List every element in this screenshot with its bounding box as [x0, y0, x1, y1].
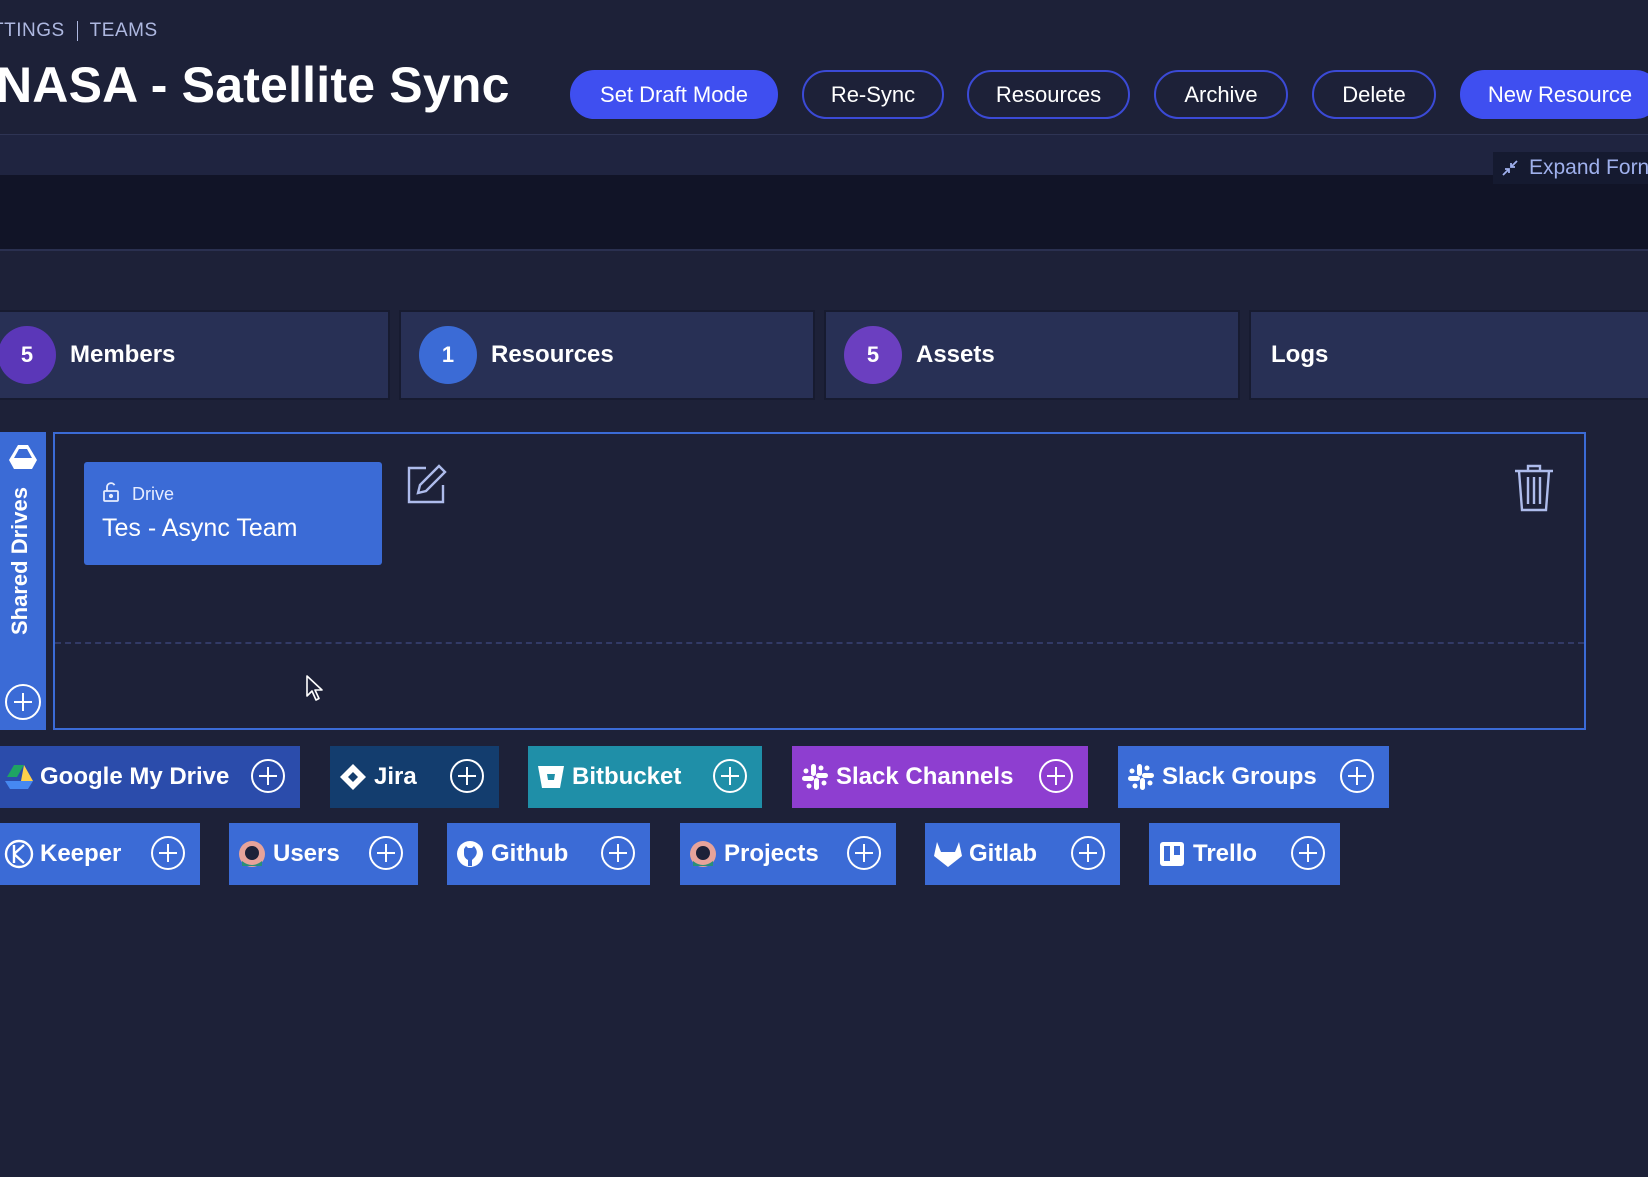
add-circle-icon[interactable]	[1339, 758, 1375, 794]
breadcrumb-settings[interactable]: TTINGS	[0, 20, 65, 42]
tab-logs[interactable]: Logs	[1249, 310, 1648, 400]
users-icon	[237, 839, 267, 869]
expand-form-label: Expand Forn	[1529, 156, 1648, 179]
trello-icon	[1157, 839, 1187, 869]
tab-members[interactable]: 5 Members	[0, 310, 390, 400]
add-circle-icon[interactable]	[1070, 835, 1106, 871]
page-title: NASA - Satellite Sync	[0, 57, 510, 113]
add-circle-icon[interactable]	[600, 835, 636, 871]
google-my-drive-label: Google My Drive	[40, 763, 230, 790]
collapse-arrows-icon	[1502, 160, 1518, 176]
tab-members-label: Members	[70, 341, 176, 368]
keeper-label: Keeper	[40, 840, 122, 867]
github-chip[interactable]: Github	[447, 823, 650, 885]
keeper-chip[interactable]: Keeper	[0, 823, 200, 885]
expand-form-button[interactable]: Expand Forn	[1493, 152, 1648, 184]
members-count-badge: 5	[0, 326, 56, 384]
projects-chip[interactable]: Projects	[680, 823, 896, 885]
unlock-icon	[103, 482, 119, 502]
drive-card-name: Tes - Async Team	[102, 514, 298, 542]
google-drive-icon	[9, 445, 37, 469]
assets-count-badge: 5	[844, 326, 902, 384]
projects-label: Projects	[724, 840, 819, 867]
edit-icon[interactable]	[404, 463, 448, 507]
slack-groups-chip[interactable]: Slack Groups	[1118, 746, 1389, 808]
slack-icon	[800, 762, 830, 792]
add-circle-icon[interactable]	[712, 758, 748, 794]
github-label: Github	[491, 840, 569, 867]
breadcrumb-teams[interactable]: TEAMS	[90, 20, 158, 42]
new-resource-button[interactable]: New Resource	[1460, 70, 1648, 119]
form-toolbar	[0, 135, 1648, 175]
slack-icon	[1126, 762, 1156, 792]
tab-logs-label: Logs	[1271, 341, 1329, 368]
slack-channels-chip[interactable]: Slack Channels	[792, 746, 1088, 808]
breadcrumb: TTINGS TEAMS	[0, 20, 158, 42]
add-circle-icon[interactable]	[150, 835, 186, 871]
add-circle-icon[interactable]	[368, 835, 404, 871]
projects-icon	[688, 839, 718, 869]
drive-card[interactable]: Drive Tes - Async Team	[84, 462, 382, 565]
resources-button[interactable]: Resources	[967, 70, 1130, 119]
form-area	[0, 175, 1648, 251]
jira-label: Jira	[374, 763, 417, 790]
trello-chip[interactable]: Trello	[1149, 823, 1340, 885]
resources-count-badge: 1	[419, 326, 477, 384]
shared-drives-label: Shared Drives	[7, 487, 32, 635]
add-circle-icon[interactable]	[1290, 835, 1326, 871]
add-circle-icon[interactable]	[846, 835, 882, 871]
drive-card-type: Drive	[132, 484, 175, 504]
bitbucket-label: Bitbucket	[572, 763, 682, 790]
archive-button[interactable]: Archive	[1154, 70, 1288, 119]
add-circle-icon[interactable]	[3, 682, 43, 722]
slack-groups-label: Slack Groups	[1162, 763, 1317, 790]
re-sync-button[interactable]: Re-Sync	[802, 70, 944, 119]
gitlab-icon	[933, 839, 963, 869]
users-label: Users	[273, 840, 340, 867]
trash-icon[interactable]	[1513, 463, 1555, 513]
drop-zone-divider	[55, 642, 1584, 644]
add-circle-icon[interactable]	[250, 758, 286, 794]
tab-assets[interactable]: 5 Assets	[824, 310, 1240, 400]
add-circle-icon[interactable]	[1038, 758, 1074, 794]
tab-resources-label: Resources	[491, 341, 614, 368]
jira-chip[interactable]: Jira	[330, 746, 499, 808]
google-my-drive-chip[interactable]: Google My Drive	[0, 746, 300, 808]
keeper-icon	[4, 839, 34, 869]
bitbucket-chip[interactable]: Bitbucket	[528, 746, 762, 808]
github-icon	[455, 839, 485, 869]
gitlab-chip[interactable]: Gitlab	[925, 823, 1120, 885]
mouse-cursor-icon	[306, 675, 323, 701]
delete-button[interactable]: Delete	[1312, 70, 1436, 119]
trello-label: Trello	[1193, 840, 1258, 867]
users-chip[interactable]: Users	[229, 823, 418, 885]
set-draft-mode-button[interactable]: Set Draft Mode	[570, 70, 778, 119]
breadcrumb-separator	[76, 21, 78, 41]
slack-channels-label: Slack Channels	[836, 763, 1014, 790]
jira-icon	[338, 762, 368, 792]
add-circle-icon[interactable]	[449, 758, 485, 794]
google-drive-icon	[4, 762, 34, 792]
tab-resources[interactable]: 1 Resources	[399, 310, 815, 400]
gitlab-label: Gitlab	[969, 840, 1038, 867]
bitbucket-icon	[536, 762, 566, 792]
tab-assets-label: Assets	[916, 341, 995, 368]
